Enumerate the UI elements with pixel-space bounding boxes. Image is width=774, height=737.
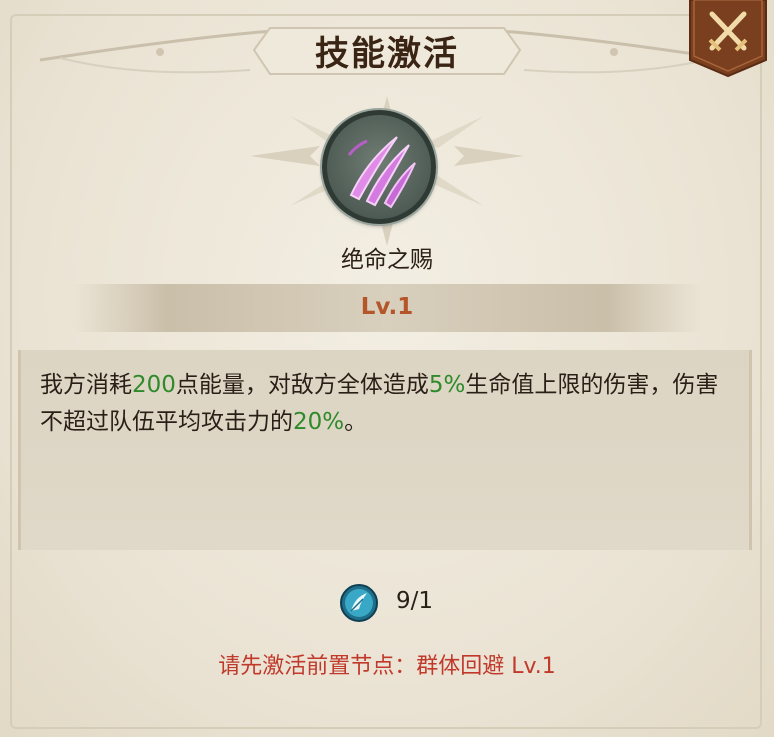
- desc-energy-value: 200: [132, 372, 176, 398]
- skill-description: 我方消耗200点能量，对敌方全体造成5%生命值上限的伤害，伤害不超过队伍平均攻击…: [40, 367, 730, 441]
- crossed-swords-close-icon: [689, 0, 767, 78]
- feather-gem-icon: [339, 583, 379, 623]
- close-button[interactable]: [688, 0, 768, 78]
- desc-part-2: 点能量，对敌方全体造成: [175, 372, 429, 398]
- skill-name: 绝命之赐: [341, 247, 433, 273]
- dialog-title: 技能激活: [315, 34, 459, 74]
- prerequisite-warning: 请先激活前置节点：群体回避 Lv.1: [218, 654, 556, 679]
- desc-part-1: 我方消耗: [40, 372, 132, 398]
- cost-value: 9/1: [396, 588, 434, 614]
- desc-part-4: 。: [344, 409, 368, 435]
- claw-slash-icon: [322, 110, 436, 224]
- desc-percent-value: 5%: [428, 372, 466, 398]
- desc-cap-value: 20%: [293, 409, 345, 435]
- skill-level: Lv.1: [360, 294, 414, 320]
- skill-activation-dialog: 技能激活 绝命之赐 Lv.1 我方消耗200点能量，对敌方全体造成5%生命值上限…: [0, 0, 774, 737]
